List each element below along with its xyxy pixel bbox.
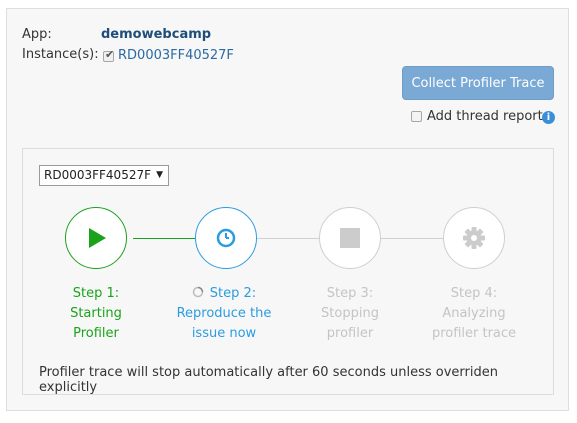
- collect-profiler-trace-button[interactable]: Collect Profiler Trace: [402, 66, 554, 100]
- step-4-line3: profiler trace: [431, 326, 517, 341]
- spinner-icon: [192, 286, 204, 298]
- info-icon[interactable]: i: [542, 111, 555, 124]
- instances-label: Instance(s):: [22, 47, 99, 62]
- app-name: demowebcamp: [101, 27, 212, 42]
- app-label: App:: [22, 27, 52, 42]
- step-3-circle: [319, 207, 381, 269]
- auto-stop-note: Profiler trace will stop automatically a…: [39, 365, 498, 395]
- step-1-circle: [65, 207, 127, 269]
- step-2-circle: [195, 207, 257, 269]
- play-icon: [89, 228, 106, 248]
- step-1-label: Step 1: Starting Profiler: [46, 284, 146, 344]
- step-3-line3: profiler: [326, 326, 374, 341]
- step-2-line2: Reproduce the: [176, 306, 272, 321]
- connector-3-4: [381, 238, 443, 239]
- profiler-panel: App: demowebcamp Instance(s): ✔ RD0003FF…: [6, 8, 569, 411]
- step-1-line3: Profiler: [73, 326, 119, 341]
- instance-select-value: RD0003FF40527F: [44, 168, 151, 182]
- stop-icon: [340, 228, 360, 248]
- chevron-down-icon: ▼: [156, 170, 163, 180]
- step-3-label: Step 3: Stopping profiler: [300, 284, 400, 344]
- clock-icon: [216, 228, 236, 248]
- step-2-title-row: Step 2:: [174, 284, 274, 304]
- step-2-label: Step 2: Reproduce the issue now: [174, 284, 274, 344]
- step-3-title: Step 3:: [326, 286, 374, 301]
- add-thread-report-label: Add thread report: [427, 109, 543, 124]
- step-4-title: Step 4:: [450, 286, 498, 301]
- step-4-label: Step 4: Analyzing profiler trace: [424, 284, 524, 344]
- step-2-title: Step 2:: [209, 286, 257, 301]
- connector-1-2: [133, 238, 195, 239]
- connector-2-3: [257, 238, 319, 239]
- profiler-steps-box: RD0003FF40527F ▼ Step 1: Starting Profil…: [22, 148, 554, 395]
- checkmark-icon: ✔: [105, 48, 115, 61]
- step-1-line2: Starting: [70, 306, 122, 321]
- step-2-line3: issue now: [191, 326, 257, 341]
- instance-select[interactable]: RD0003FF40527F ▼: [39, 165, 169, 186]
- instance-checkbox[interactable]: ✔: [103, 48, 115, 62]
- step-4-circle: [443, 207, 505, 269]
- step-1-title: Step 1:: [72, 286, 120, 301]
- step-4-line2: Analyzing: [442, 306, 506, 321]
- gear-icon: [463, 227, 485, 249]
- instance-link[interactable]: RD0003FF40527F: [118, 48, 234, 63]
- step-3-line2: Stopping: [321, 306, 379, 321]
- add-thread-report-checkbox[interactable]: [411, 111, 422, 122]
